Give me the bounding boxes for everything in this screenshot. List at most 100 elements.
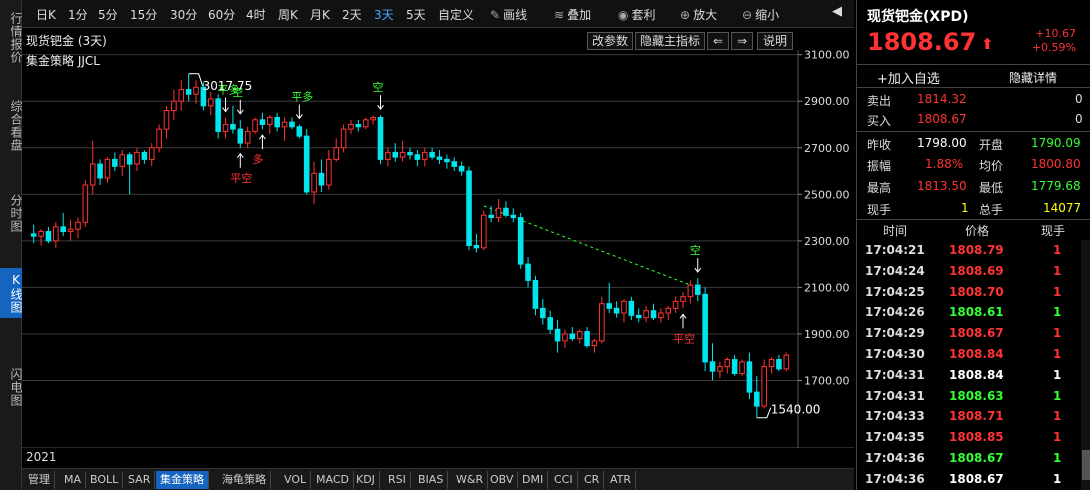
tab-kdj[interactable]: KDJ <box>352 471 380 489</box>
candle-body <box>687 284 694 298</box>
candle-body <box>783 354 790 370</box>
low-value: 1779.68 <box>1031 179 1081 193</box>
stats-row-1: 昨收 1798.00 开盘 1790.09 <box>857 134 1090 154</box>
candle <box>141 150 148 165</box>
candle <box>635 308 642 323</box>
quote-panel: 现货钯金(XPD) 1808.67 ⬆ +10.67 +0.59% +加入自选 … <box>856 0 1090 490</box>
candle-body <box>126 154 133 165</box>
help-button[interactable]: 说明 <box>757 32 793 50</box>
period-month[interactable]: 月K <box>310 6 330 23</box>
low-marker-line <box>756 407 772 419</box>
edit-params-button[interactable]: 改参数 <box>587 32 633 50</box>
candle-body <box>141 151 148 160</box>
collapse-icon[interactable]: ◀ <box>832 4 842 19</box>
tab-boll[interactable]: BOLL <box>86 471 124 489</box>
tab-manage[interactable]: 管理 <box>24 471 55 489</box>
period-1min[interactable]: 1分 <box>68 6 88 23</box>
open-value: 1790.09 <box>1031 136 1081 150</box>
candle-body <box>134 151 140 165</box>
buy-price: 1808.67 <box>917 112 967 126</box>
candle <box>724 357 731 374</box>
period-30min[interactable]: 30分 <box>170 6 197 23</box>
nav-flash[interactable]: 闪电图 <box>0 362 23 412</box>
period-2day[interactable]: 2天 <box>342 6 362 23</box>
nav-kline[interactable]: K线图 <box>0 268 23 318</box>
candle <box>591 338 598 353</box>
period-60min[interactable]: 60分 <box>208 6 235 23</box>
candle <box>761 359 767 409</box>
tick-row: 17:04:21 1808.79 1 <box>857 240 1081 260</box>
tab-vol[interactable]: VOL <box>280 471 312 489</box>
tab-ma[interactable]: MA <box>60 471 87 489</box>
candle <box>554 319 561 353</box>
tick-row: 17:04:35 1808.85 1 <box>857 427 1081 447</box>
zoom-out-button[interactable]: ⊖ 缩小 <box>742 6 779 23</box>
candle <box>281 117 288 141</box>
zoom-in-button[interactable]: ⊕ 放大 <box>680 6 717 23</box>
tab-jjcl[interactable]: 集金策略 <box>156 471 209 489</box>
tab-cr[interactable]: CR <box>580 471 605 489</box>
tab-cci[interactable]: CCI <box>550 471 578 489</box>
candle <box>694 278 701 302</box>
candle <box>89 140 96 195</box>
period-week[interactable]: 周K <box>278 6 298 23</box>
signals: 平多空多平空平多空空平空 <box>218 80 702 345</box>
candle <box>82 180 89 227</box>
candle <box>407 147 413 160</box>
candle <box>421 147 428 167</box>
tab-turtle[interactable]: 海龟策略 <box>218 471 271 489</box>
candle <box>480 210 487 251</box>
tick-volume: 1 <box>1053 471 1062 486</box>
nav-timeshare[interactable]: 分时图 <box>0 188 23 238</box>
period-day[interactable]: 日K <box>36 6 56 23</box>
tab-macd[interactable]: MACD <box>312 471 354 489</box>
candle-body <box>525 263 531 281</box>
period-3day[interactable]: 3天 <box>374 6 394 23</box>
tick-price: 1808.63 <box>949 388 1004 403</box>
tab-dmi[interactable]: DMI <box>518 471 549 489</box>
candle-body <box>303 135 310 193</box>
candle-body <box>621 300 627 314</box>
overlay-button[interactable]: ≋ 叠加 <box>554 6 591 23</box>
candle <box>119 150 126 176</box>
period-4h[interactable]: 4时 <box>246 6 266 23</box>
candle-body <box>75 221 81 230</box>
period-5day[interactable]: 5天 <box>406 6 426 23</box>
candle-body <box>488 214 494 219</box>
hide-indicator-button[interactable]: 隐藏主指标 <box>635 32 705 50</box>
tab-obv[interactable]: OBV <box>486 471 519 489</box>
hide-detail-button[interactable]: 隐藏详情 <box>1009 69 1057 86</box>
tab-bias[interactable]: BIAS <box>414 471 449 489</box>
total-vol-value: 14077 <box>1043 201 1082 215</box>
arbitrage-button[interactable]: ◉ 套利 <box>618 6 656 23</box>
tab-atr[interactable]: ATR <box>606 471 637 489</box>
add-watchlist-button[interactable]: +加入自选 <box>877 68 940 87</box>
tab-sar[interactable]: SAR <box>124 471 156 489</box>
avg-value: 1800.80 <box>1031 157 1081 171</box>
nav-overview[interactable]: 综合看盘 <box>0 96 23 156</box>
tick-row: 17:04:36 1808.67 1 <box>857 469 1081 489</box>
tick-price: 1808.61 <box>949 305 1004 320</box>
candle <box>38 229 44 246</box>
candle-body <box>458 165 465 172</box>
kline-chart[interactable]: 3100.00 2900.00 2700.00 2500.00 2300.00 2100.… <box>22 50 854 448</box>
tab-rsi[interactable]: RSI <box>384 471 411 489</box>
tick-time: 17:04:25 <box>865 284 925 299</box>
tick-scrollbar[interactable] <box>1081 240 1090 490</box>
open-label: 开盘 <box>979 138 1004 152</box>
period-custom[interactable]: 自定义 <box>438 6 474 23</box>
tab-wr[interactable]: W&R <box>452 471 489 489</box>
period-5min[interactable]: 5分 <box>98 6 118 23</box>
cur-vol-value: 1 <box>961 201 969 215</box>
candle-body <box>244 130 251 144</box>
total-vol-label: 总手 <box>979 203 1004 217</box>
prev-arrow-icon[interactable]: ⇐ <box>707 32 729 50</box>
candle <box>754 375 760 418</box>
scrollbar-thumb[interactable] <box>1082 450 1090 480</box>
candle-body <box>717 366 723 372</box>
draw-line-button[interactable]: ✎ 画线 <box>490 6 527 23</box>
nav-quotes[interactable]: 行情报价 <box>0 8 23 68</box>
period-15min[interactable]: 15分 <box>130 6 157 23</box>
candle-body <box>591 340 598 347</box>
next-arrow-icon[interactable]: ⇒ <box>731 32 753 50</box>
